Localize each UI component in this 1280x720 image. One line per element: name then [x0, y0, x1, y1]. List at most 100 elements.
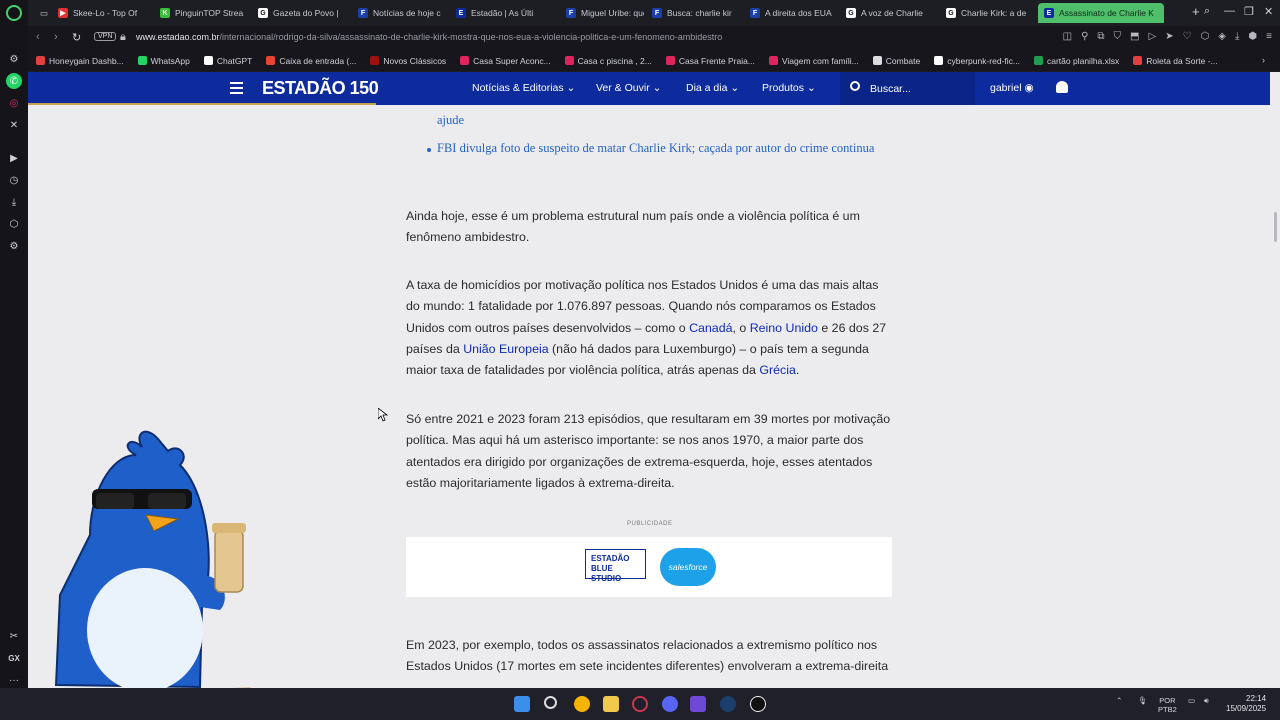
snapshot-icon[interactable]: ⧉: [1097, 31, 1104, 42]
tab-0[interactable]: ▶ Skee-Lo - Top Of: [52, 3, 152, 23]
bookmark-11[interactable]: cartão planilha.xlsx: [1034, 56, 1119, 66]
volume-icon[interactable]: 🔊︎: [1204, 696, 1209, 705]
tab-4[interactable]: E Estadão | As Últi: [450, 3, 558, 23]
tab-6[interactable]: F Busca: charlie kir: [646, 3, 742, 23]
bookmark-3[interactable]: Caixa de entrada (...: [266, 56, 356, 66]
new-tab-button[interactable]: +: [1192, 4, 1200, 19]
tab-favicon-icon: E: [456, 8, 466, 18]
opera-logo-icon[interactable]: [6, 5, 22, 21]
bookmark-favicon-icon: [564, 56, 574, 65]
bookmark-2[interactable]: ChatGPT: [203, 56, 252, 66]
tab-2[interactable]: G Gazeta do Povo |: [252, 3, 350, 23]
menu-icon[interactable]: ≡: [1266, 31, 1272, 42]
app-icon[interactable]: [690, 696, 706, 712]
list-bullet: [427, 148, 431, 152]
menu-produtos[interactable]: Produtos ⌄: [762, 82, 816, 94]
bookmark-6[interactable]: Casa c piscina , 2...: [564, 56, 652, 66]
shield-icon[interactable]: ⛉: [1114, 31, 1122, 42]
menu-ver-ouvir[interactable]: Ver & Ouvir ⌄: [596, 82, 661, 94]
extensions-puzzle-icon[interactable]: ⬡: [1201, 31, 1210, 42]
keyboard-language[interactable]: POR PTB2: [1158, 696, 1177, 714]
downloads-icon[interactable]: ⤓: [6, 194, 22, 210]
sidebar-mods-icon[interactable]: ✂: [6, 628, 22, 644]
site-search-button[interactable]: Buscar...: [840, 72, 975, 105]
bookmark-7[interactable]: Casa Frente Praia...: [665, 56, 755, 66]
chrome-icon[interactable]: [574, 696, 590, 712]
bookmark-10[interactable]: cyberpunk-red-fic...: [934, 56, 1020, 66]
video-popout-icon[interactable]: ⬒: [1130, 31, 1139, 42]
github-icon[interactable]: [750, 696, 766, 712]
close-window-button[interactable]: ✕: [1264, 5, 1273, 18]
history-icon[interactable]: ◷: [6, 172, 22, 188]
minimize-button[interactable]: —: [1224, 5, 1235, 17]
tab-8[interactable]: G A voz de Charlie: [840, 3, 938, 23]
bookmark-4[interactable]: Novos Clássicos: [370, 56, 446, 66]
play-icon[interactable]: ▷: [1149, 31, 1157, 42]
related-link-partial[interactable]: ajude: [437, 111, 897, 130]
settings-icon[interactable]: ⚙: [6, 238, 22, 254]
workspace-icon[interactable]: ▭: [34, 3, 52, 23]
search-tabs-icon[interactable]: ⌕: [1204, 5, 1210, 18]
display-icon[interactable]: ▭: [1188, 696, 1195, 705]
microphone-icon[interactable]: 🎙︎: [1138, 696, 1148, 705]
url-field[interactable]: www.estadao.com.br/internacional/rodrigo…: [136, 32, 722, 42]
vpn-badge[interactable]: VPN: [94, 32, 117, 41]
taskbar-clock[interactable]: 22:14 15/09/2025: [1226, 694, 1266, 714]
opera-gx-icon[interactable]: [632, 696, 648, 712]
tab-5[interactable]: F Miguel Uribe: que: [560, 3, 644, 23]
tab-favicon-icon: F: [566, 8, 576, 18]
back-icon[interactable]: ‹: [36, 31, 40, 43]
wallet-icon[interactable]: ◈: [1218, 31, 1226, 42]
discord-icon[interactable]: [662, 696, 678, 712]
gx-corner-icon[interactable]: GX: [6, 650, 22, 666]
menu-dia-a-dia[interactable]: Dia a dia ⌄: [686, 82, 739, 94]
ad-banner[interactable]: ESTADÃO BLUE STUDIO salesforce: [406, 537, 892, 597]
gx-control-icon[interactable]: ⚙: [6, 51, 22, 67]
bookmark-8[interactable]: Viagem com famíli...: [768, 56, 859, 66]
split-view-icon[interactable]: ◫: [1063, 31, 1072, 42]
cube-icon[interactable]: ⬢: [1248, 31, 1257, 42]
steam-icon[interactable]: [720, 696, 736, 712]
forward-icon[interactable]: ›: [54, 31, 58, 43]
scroll-thumb[interactable]: [1274, 212, 1277, 242]
bookmark-0[interactable]: Honeygain Dashb...: [36, 56, 124, 66]
reload-icon[interactable]: ↻: [72, 31, 81, 44]
pin-icon[interactable]: ⚲: [1081, 31, 1088, 42]
download-icon[interactable]: ⤓: [1235, 31, 1239, 42]
bookmark-9[interactable]: Combate: [872, 56, 920, 66]
bookmarks-overflow-icon[interactable]: ›: [1262, 55, 1265, 65]
tab-9[interactable]: G Charlie Kirk: a de: [940, 3, 1036, 23]
file-explorer-icon[interactable]: [603, 696, 619, 712]
taskbar-search-icon[interactable]: [544, 696, 557, 709]
whatsapp-icon[interactable]: ✆: [6, 73, 22, 89]
windows-start-icon[interactable]: [514, 696, 530, 712]
page-scrollbar[interactable]: [1270, 72, 1280, 688]
link-canada[interactable]: Canadá: [689, 321, 732, 335]
link-reino-unido[interactable]: Reino Unido: [750, 321, 818, 335]
estadao-logo[interactable]: ESTADÃO 150: [262, 78, 379, 99]
player-icon[interactable]: ▶: [6, 150, 22, 166]
related-link-fbi[interactable]: FBI divulga foto de suspeito de matar Ch…: [437, 139, 897, 158]
x-twitter-icon[interactable]: ✕: [6, 117, 22, 133]
bookmark-5[interactable]: Casa Super Aconc...: [460, 56, 551, 66]
bookmark-1[interactable]: WhatsApp: [137, 56, 190, 66]
user-account[interactable]: gabriel ◉: [990, 82, 1034, 94]
instagram-icon[interactable]: ◎: [6, 95, 22, 111]
menu-noticias[interactable]: Notícias & Editorias ⌄: [472, 82, 575, 94]
link-uniao-europeia[interactable]: União Europeia: [463, 342, 548, 356]
tab-1[interactable]: K PinguinTOP Strea: [154, 3, 250, 23]
bookmark-12[interactable]: Roleta da Sorte -...: [1133, 56, 1218, 66]
link-grecia[interactable]: Grécia: [759, 363, 796, 377]
extensions-icon[interactable]: ⬡: [6, 216, 22, 232]
tab-10[interactable]: E Assassinato de Charlie K: [1038, 3, 1164, 23]
tab-7[interactable]: F A direita dos EUA: [744, 3, 838, 23]
maximize-button[interactable]: ❐: [1244, 5, 1254, 18]
tab-3[interactable]: F Notícias de hoje c: [352, 3, 448, 23]
more-icon[interactable]: ···: [6, 672, 22, 688]
tray-chevron-icon[interactable]: ⌃: [1116, 696, 1122, 705]
send-icon[interactable]: ➤: [1165, 31, 1173, 42]
lock-icon[interactable]: 🔒︎: [120, 31, 126, 44]
heart-icon[interactable]: ♡: [1183, 31, 1192, 42]
notifications-bell-icon[interactable]: [1056, 81, 1068, 93]
hamburger-menu-icon[interactable]: [230, 82, 243, 97]
